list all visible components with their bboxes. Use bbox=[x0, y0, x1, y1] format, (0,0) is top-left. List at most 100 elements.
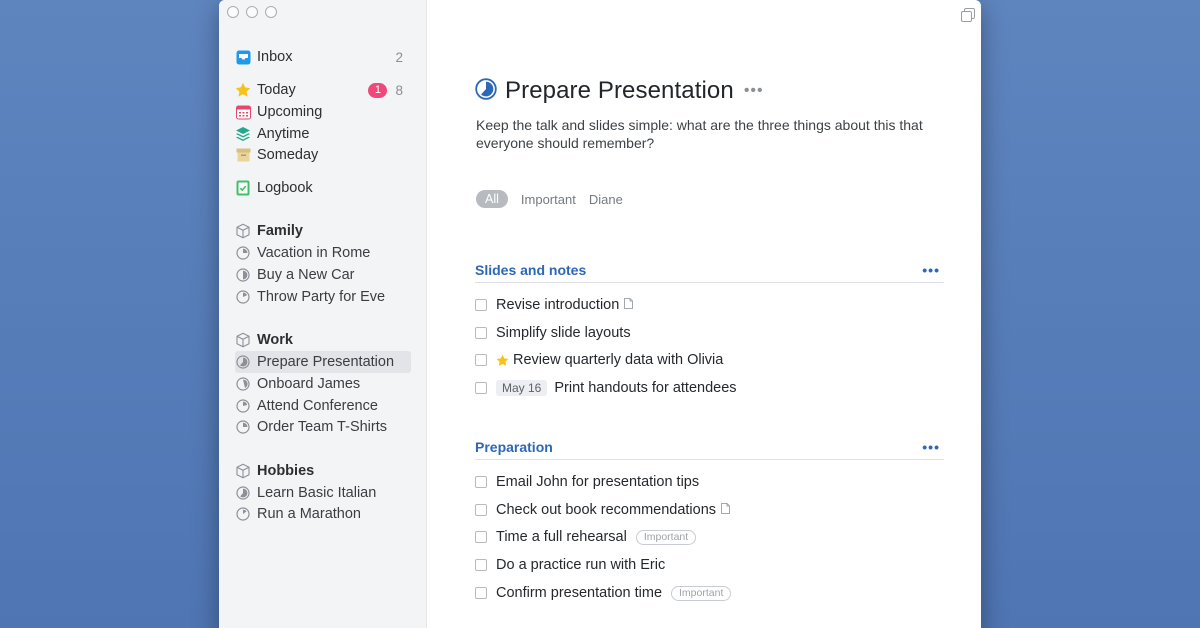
sidebar-item-label: Throw Party for Eve bbox=[257, 289, 386, 305]
todo-item[interactable]: Review quarterly data with Olivia bbox=[475, 350, 723, 370]
todo-checkbox[interactable] bbox=[475, 531, 487, 543]
sidebar-item-label: Attend Conference bbox=[257, 398, 378, 414]
todo-date-badge: May 16 bbox=[496, 380, 548, 396]
section-more-button[interactable]: ••• bbox=[922, 262, 940, 278]
sidebar-item-label: Today bbox=[257, 82, 296, 98]
sidebar-item-label: Prepare Presentation bbox=[257, 354, 395, 370]
todo-title: Revise introduction bbox=[496, 297, 620, 313]
sidebar-project-onboard-james[interactable]: Onboard James bbox=[235, 373, 411, 395]
todo-item[interactable]: May 16 Print handouts for attendees bbox=[475, 378, 737, 398]
project-progress-icon bbox=[235, 398, 251, 414]
todo-checkbox[interactable] bbox=[475, 327, 487, 339]
inbox-icon bbox=[235, 49, 251, 65]
todo-item[interactable]: Time a full rehearsal Important bbox=[475, 527, 697, 547]
app-window: Inbox 2 Today 1 8 Upcoming Anytime Somed… bbox=[219, 0, 981, 628]
todo-checkbox[interactable] bbox=[475, 504, 487, 516]
todo-item[interactable]: Confirm presentation time Important bbox=[475, 583, 732, 603]
todo-title: Print handouts for attendees bbox=[554, 380, 737, 396]
todo-checkbox[interactable] bbox=[475, 382, 487, 394]
sidebar-area-hobbies[interactable]: Hobbies bbox=[235, 460, 411, 482]
sidebar-item-label: Work bbox=[257, 332, 293, 348]
sidebar-project-attend-conference[interactable]: Attend Conference bbox=[235, 395, 411, 417]
today-star-icon bbox=[496, 354, 509, 367]
layers-icon bbox=[235, 126, 251, 142]
project-progress-icon bbox=[235, 376, 251, 392]
sidebar-project-throw-party-for-eve[interactable]: Throw Party for Eve bbox=[235, 286, 411, 308]
sidebar-project-learn-basic-italian[interactable]: Learn Basic Italian bbox=[235, 482, 411, 504]
area-cube-icon bbox=[235, 223, 251, 239]
todo-checkbox[interactable] bbox=[475, 559, 487, 571]
sidebar-item-upcoming[interactable]: Upcoming bbox=[235, 101, 411, 123]
todo-checkbox[interactable] bbox=[475, 354, 487, 366]
todo-title: Email John for presentation tips bbox=[496, 474, 700, 490]
sidebar: Inbox 2 Today 1 8 Upcoming Anytime Somed… bbox=[219, 0, 427, 628]
new-window-icon[interactable] bbox=[961, 8, 975, 22]
sidebar-item-label: Onboard James bbox=[257, 376, 361, 392]
close-window-button[interactable] bbox=[227, 6, 239, 18]
todo-checkbox[interactable] bbox=[475, 299, 487, 311]
todo-title: Check out book recommendations bbox=[496, 502, 717, 518]
project-progress-icon bbox=[235, 245, 251, 261]
logbook-icon bbox=[235, 180, 251, 196]
todo-item[interactable]: Check out book recommendations bbox=[475, 500, 731, 520]
todo-item[interactable]: Revise introduction bbox=[475, 295, 634, 315]
todo-title: Confirm presentation time bbox=[496, 585, 663, 601]
sidebar-project-vacation-in-rome[interactable]: Vacation in Rome bbox=[235, 242, 411, 264]
page-title[interactable]: Prepare Presentation bbox=[505, 77, 734, 105]
project-progress-icon bbox=[235, 506, 251, 522]
todo-item[interactable]: Email John for presentation tips bbox=[475, 472, 699, 492]
sidebar-area-family[interactable]: Family bbox=[235, 220, 411, 242]
sidebar-project-run-a-marathon[interactable]: Run a Marathon bbox=[235, 503, 411, 525]
todo-tag: Important bbox=[671, 585, 732, 601]
sidebar-item-logbook[interactable]: Logbook bbox=[235, 177, 411, 199]
project-notes[interactable]: Keep the talk and slides simple: what ar… bbox=[476, 116, 926, 152]
todo-checkbox[interactable] bbox=[475, 587, 487, 599]
sidebar-item-inbox[interactable]: Inbox 2 bbox=[235, 46, 411, 68]
section-heading[interactable]: Slides and notes ••• bbox=[475, 257, 944, 283]
today-count: 8 bbox=[395, 82, 403, 98]
sidebar-area-work[interactable]: Work bbox=[235, 329, 411, 351]
todo-title: Review quarterly data with Olivia bbox=[513, 352, 724, 368]
window-controls bbox=[227, 6, 277, 18]
project-more-button[interactable]: ••• bbox=[744, 82, 764, 100]
sidebar-item-label: Hobbies bbox=[257, 463, 315, 479]
section-title: Slides and notes bbox=[475, 261, 587, 278]
section-more-button[interactable]: ••• bbox=[922, 439, 940, 455]
minimize-window-button[interactable] bbox=[246, 6, 258, 18]
sidebar-item-anytime[interactable]: Anytime bbox=[235, 123, 411, 145]
project-progress-icon bbox=[235, 289, 251, 305]
project-progress-icon bbox=[235, 419, 251, 435]
todo-item[interactable]: Simplify slide layouts bbox=[475, 323, 631, 343]
sidebar-item-label: Anytime bbox=[257, 126, 310, 142]
sidebar-item-label: Family bbox=[257, 223, 303, 239]
sidebar-item-label: Learn Basic Italian bbox=[257, 485, 377, 501]
sidebar-item-today[interactable]: Today 1 8 bbox=[235, 79, 411, 101]
todo-title: Do a practice run with Eric bbox=[496, 557, 666, 573]
sidebar-project-order-team-t-shirts[interactable]: Order Team T-Shirts bbox=[235, 416, 411, 438]
filter-all[interactable]: All bbox=[476, 190, 508, 208]
sidebar-item-label: Upcoming bbox=[257, 104, 323, 120]
sidebar-item-label: Order Team T-Shirts bbox=[257, 419, 388, 435]
main-content: Prepare Presentation ••• Keep the talk a… bbox=[427, 0, 981, 628]
sidebar-item-someday[interactable]: Someday bbox=[235, 144, 411, 166]
filter-important[interactable]: Important bbox=[521, 192, 576, 207]
zoom-window-button[interactable] bbox=[265, 6, 277, 18]
sidebar-project-buy-a-new-car[interactable]: Buy a New Car bbox=[235, 264, 411, 286]
tag-filter-bar: All Important Diane bbox=[476, 190, 623, 208]
sidebar-item-label: Vacation in Rome bbox=[257, 245, 371, 261]
area-cube-icon bbox=[235, 463, 251, 479]
archive-box-icon bbox=[235, 147, 251, 163]
todo-title: Time a full rehearsal bbox=[496, 529, 627, 545]
sidebar-item-label: Run a Marathon bbox=[257, 506, 361, 522]
today-due-badge: 1 bbox=[368, 82, 388, 98]
filter-diane[interactable]: Diane bbox=[589, 192, 623, 207]
sidebar-item-label: Logbook bbox=[257, 180, 313, 196]
note-icon bbox=[624, 297, 634, 313]
sidebar-project-prepare-presentation[interactable]: Prepare Presentation bbox=[235, 351, 411, 373]
todo-item[interactable]: Do a practice run with Eric bbox=[475, 555, 665, 575]
todo-checkbox[interactable] bbox=[475, 476, 487, 488]
note-icon bbox=[721, 502, 731, 518]
project-progress-icon bbox=[235, 267, 251, 283]
area-cube-icon bbox=[235, 332, 251, 348]
section-heading[interactable]: Preparation ••• bbox=[475, 434, 944, 460]
